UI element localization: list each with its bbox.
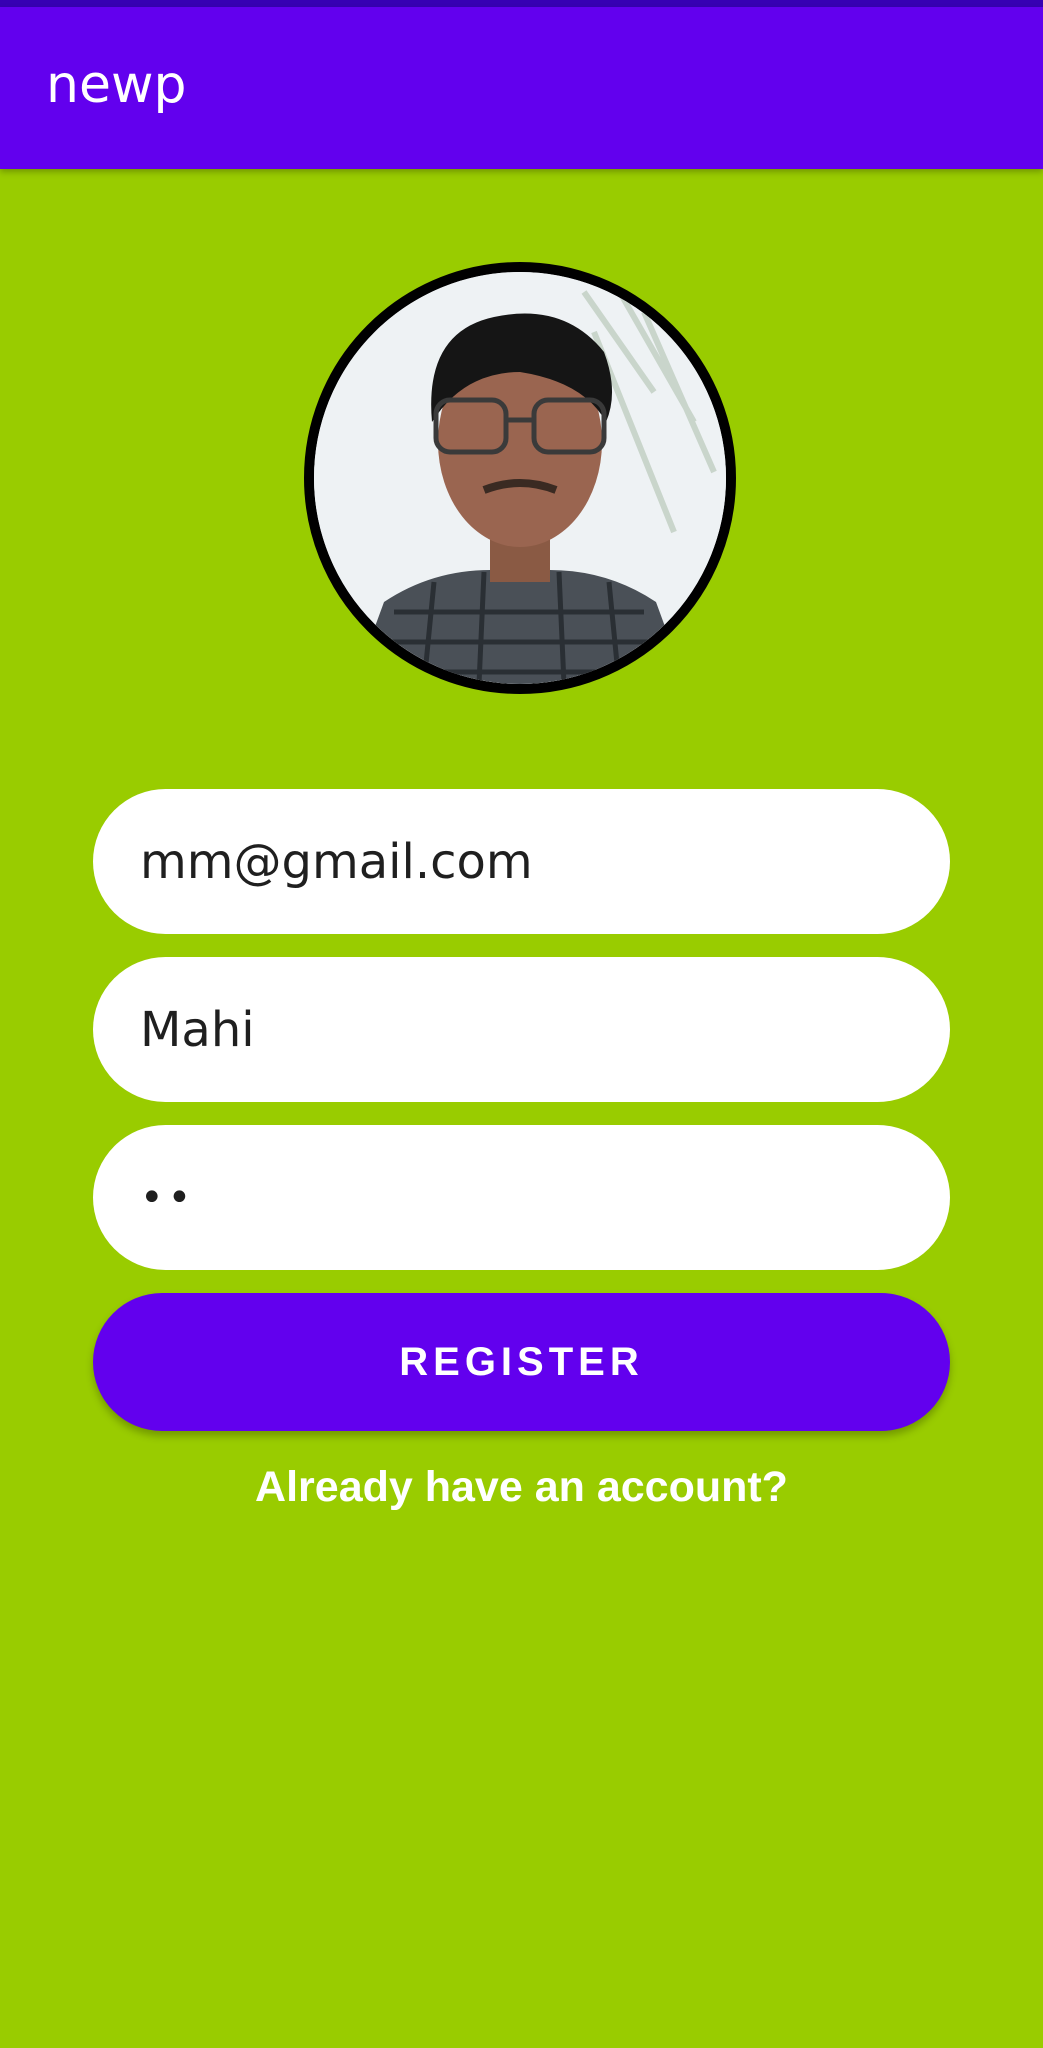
app-title: newp	[46, 55, 187, 115]
register-button[interactable]: REGISTER	[93, 1293, 950, 1431]
email-field[interactable]	[93, 789, 950, 934]
name-field[interactable]	[93, 957, 950, 1102]
name-input[interactable]	[140, 1001, 950, 1058]
profile-avatar[interactable]	[304, 262, 736, 694]
email-input[interactable]	[140, 833, 950, 890]
password-input[interactable]	[140, 1174, 950, 1221]
status-bar	[0, 0, 1043, 7]
profile-photo-icon	[314, 272, 726, 684]
password-field[interactable]	[93, 1125, 950, 1270]
login-link[interactable]: Already have an account?	[0, 1463, 1043, 1512]
app-bar: newp	[0, 7, 1043, 169]
